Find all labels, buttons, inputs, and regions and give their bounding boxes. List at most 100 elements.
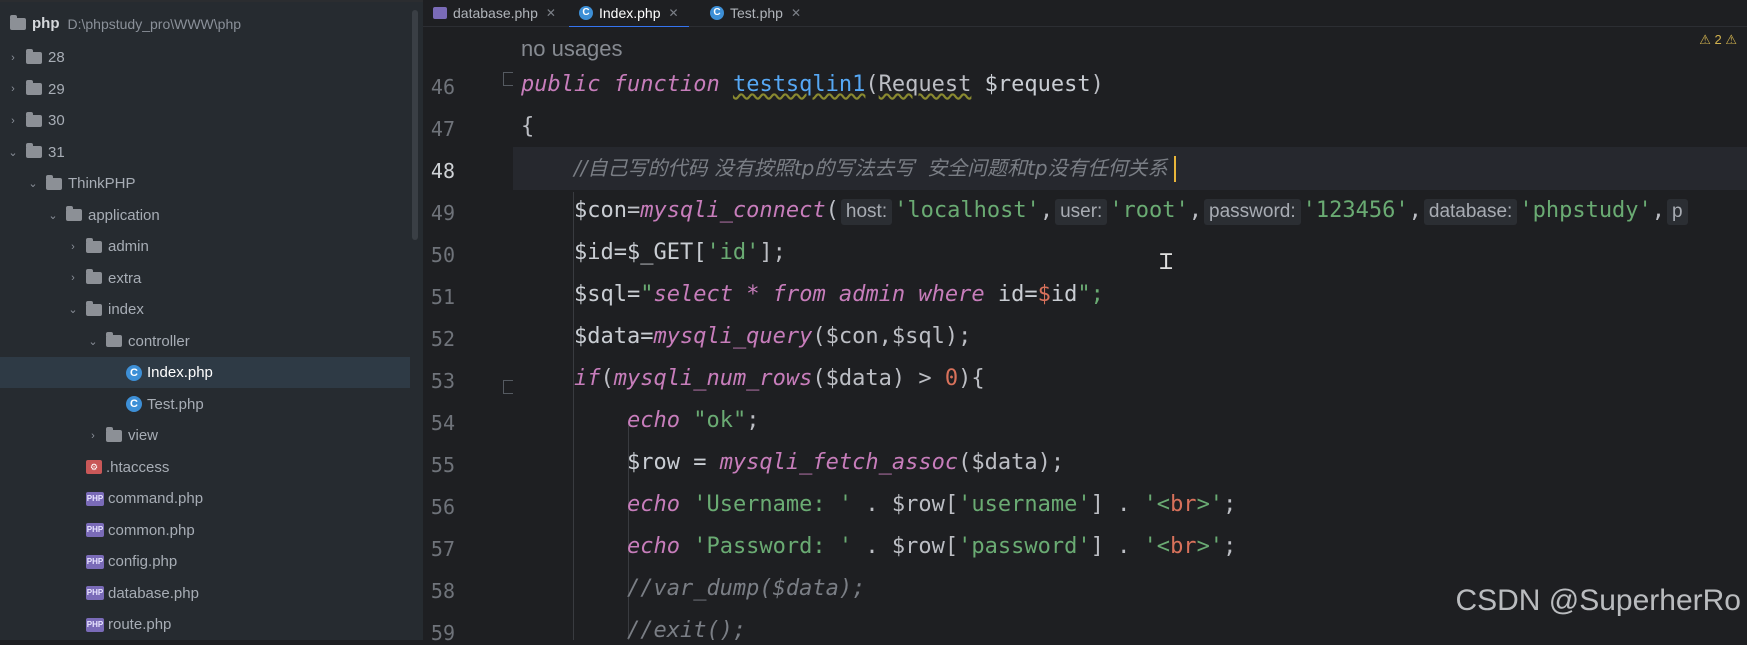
chevron-down-icon[interactable]: ⌄	[66, 303, 80, 316]
line-number: 56	[430, 495, 455, 519]
line-number: 52	[430, 327, 455, 351]
tree-item[interactable]: ⌄ index	[0, 294, 410, 325]
tree-item[interactable]: › admin	[0, 231, 410, 262]
tree-item[interactable]: C Index.php	[0, 357, 410, 388]
tree-item-label: Index.php	[147, 364, 213, 381]
tab-database-php[interactable]: database.php ✕	[423, 0, 566, 26]
chevron-right-icon[interactable]: ›	[6, 115, 20, 127]
code-line-48[interactable]: //自己写的代码 没有按照tp的写法去写 安全问题和tp没有任何关系	[521, 147, 1176, 190]
tree-item-label: view	[128, 427, 159, 444]
line-number: 50	[430, 243, 455, 267]
tree-item-label: route.php	[108, 616, 172, 633]
folder-icon	[26, 80, 42, 95]
tree-item[interactable]: ⌄ controller	[0, 326, 410, 357]
code-line-53[interactable]: if(mysqli_num_rows($data) > 0){	[521, 357, 985, 400]
project-root[interactable]: php D:\phpstudy_pro\WWW\php	[0, 8, 410, 39]
code-editor[interactable]: no usages public function testsqlin1(Req…	[513, 27, 1747, 640]
tree-item[interactable]: › view	[0, 420, 410, 451]
tab-label: Index.php	[599, 5, 661, 21]
chevron-down-icon[interactable]: ⌄	[26, 177, 40, 190]
chevron-right-icon[interactable]: ›	[6, 83, 20, 95]
close-icon[interactable]: ✕	[791, 6, 801, 20]
line-number: 53	[430, 369, 455, 393]
php-file-icon: PHP	[86, 617, 104, 632]
tree-item[interactable]: › extra	[0, 263, 410, 294]
code-line-47[interactable]: {	[521, 105, 534, 148]
text-caret	[1173, 156, 1176, 182]
tab-index-php[interactable]: C Index.php ✕	[569, 0, 689, 28]
line-number: 55	[430, 453, 455, 477]
line-number: 59	[430, 621, 455, 645]
code-line-55[interactable]: $row = mysqli_fetch_assoc($data);	[521, 441, 1064, 484]
code-line-54[interactable]: echo "ok";	[521, 399, 759, 442]
folder-icon	[86, 269, 102, 284]
param-hint-host: host:	[840, 199, 893, 225]
sidebar-scrollbar[interactable]	[412, 10, 418, 240]
ibeam-cursor-icon: Ɪ	[1160, 250, 1173, 275]
code-line-50[interactable]: $id=$_GET['id'];	[521, 231, 786, 274]
editor-gutter[interactable]: 46 47 48 49 50 51 52 53 54 55 56 57 58 59	[423, 27, 515, 645]
close-icon[interactable]: ✕	[546, 6, 556, 20]
tree-item-label: admin	[108, 238, 149, 255]
tree-item[interactable]: PHP config.php	[0, 546, 410, 577]
tree-item[interactable]: ⌄ application	[0, 200, 410, 231]
tree-item-label: Test.php	[147, 395, 204, 413]
tree-item[interactable]: PHP command.php	[0, 483, 410, 514]
tree-item[interactable]: › 29	[0, 74, 410, 105]
param-hint-port: p	[1667, 199, 1688, 225]
line-number: 47	[430, 117, 455, 141]
folder-icon	[10, 14, 26, 30]
tree-item[interactable]: PHP route.php	[0, 609, 410, 640]
code-line-46[interactable]: public function testsqlin1(Request $requ…	[521, 63, 1104, 106]
php-file-icon: PHP	[86, 523, 104, 537]
line-number: 54	[430, 411, 455, 435]
php-file-icon	[433, 7, 447, 19]
tree-item[interactable]: C Test.php	[0, 389, 410, 420]
inspection-warnings-badge[interactable]: ⚠ 2 ⚠	[1699, 32, 1737, 48]
chevron-down-icon[interactable]: ⌄	[86, 335, 100, 348]
tab-label: Test.php	[730, 5, 783, 21]
code-line-56[interactable]: echo 'Username: ' . $row['username'] . '…	[521, 483, 1236, 526]
code-line-52[interactable]: $data=mysqli_query($con,$sql);	[521, 315, 971, 358]
tree-item-label: database.php	[108, 584, 199, 602]
class-icon: C	[579, 6, 593, 20]
tree-item-label: index	[108, 301, 144, 318]
tree-item-label: extra	[108, 269, 142, 287]
tree-item[interactable]: ⌄ 31	[0, 137, 410, 168]
tree-item[interactable]: ⚙ .htaccess	[0, 452, 410, 483]
tree-item[interactable]: › 28	[0, 42, 410, 73]
param-hint-password: password:	[1204, 199, 1301, 225]
chevron-down-icon[interactable]: ⌄	[46, 209, 60, 222]
tree-item[interactable]: › 30	[0, 105, 410, 136]
param-hint-database: database:	[1423, 199, 1518, 225]
tree-item-label: 30	[48, 112, 65, 129]
line-number: 48	[430, 159, 455, 183]
tree-item-label: ThinkPHP	[68, 175, 136, 192]
chevron-down-icon[interactable]: ⌄	[6, 146, 20, 159]
close-icon[interactable]: ✕	[669, 6, 679, 20]
chevron-right-icon[interactable]: ›	[66, 241, 80, 253]
tree-item[interactable]: PHP database.php	[0, 578, 410, 609]
folder-icon	[46, 174, 62, 190]
code-line-59[interactable]: //exit();	[521, 609, 746, 640]
tree-item[interactable]: ⌄ ThinkPHP	[0, 168, 410, 199]
chevron-right-icon[interactable]: ›	[6, 52, 20, 64]
tree-item[interactable]: PHP common.php	[0, 515, 410, 546]
code-line-58[interactable]: //var_dump($data);	[521, 567, 865, 610]
chevron-right-icon[interactable]: ›	[86, 430, 100, 442]
project-root-name: php	[32, 15, 60, 32]
php-file-icon: PHP	[86, 554, 104, 569]
project-sidebar: php D:\phpstudy_pro\WWW\php › 28 › 29 › 30 ⌄ 31…	[0, 0, 423, 640]
htaccess-file-icon: ⚙	[86, 460, 102, 474]
code-line-49[interactable]: $con=mysqli_connect(host:'localhost', use…	[521, 189, 1690, 232]
code-line-51[interactable]: $sql="select * from admin where id=$id";	[521, 273, 1104, 316]
php-file-icon: PHP	[86, 491, 104, 506]
class-icon: C	[710, 6, 724, 20]
chevron-right-icon[interactable]: ›	[66, 272, 80, 284]
line-number: 51	[430, 285, 455, 309]
folder-icon	[26, 111, 42, 127]
tree-item-label: .htaccess	[106, 458, 170, 476]
php-file-icon: PHP	[86, 586, 104, 600]
tab-test-php[interactable]: C Test.php ✕	[700, 0, 811, 26]
code-line-57[interactable]: echo 'Password: ' . $row['password'] . '…	[521, 525, 1236, 568]
